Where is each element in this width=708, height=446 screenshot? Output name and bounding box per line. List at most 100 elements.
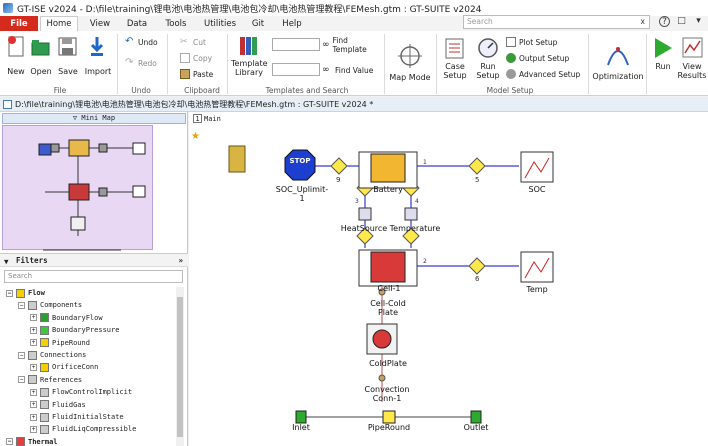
- minimap[interactable]: [2, 125, 153, 251]
- open-button[interactable]: Open: [28, 67, 54, 76]
- minimap-header[interactable]: ▽ Mini Map: [2, 113, 186, 124]
- new-button[interactable]: New: [4, 67, 28, 76]
- tree-item[interactable]: − Flow: [6, 287, 45, 299]
- pipe-round-label[interactable]: PipeRound: [365, 423, 413, 432]
- redo-button[interactable]: ↷ Redo: [125, 58, 157, 68]
- tree-scrollbar[interactable]: [176, 287, 184, 446]
- redo-label: Redo: [138, 58, 157, 68]
- funnel-icon: ▼: [4, 257, 9, 266]
- expand-toggle-icon[interactable]: +: [30, 425, 37, 433]
- temperature-label[interactable]: Temperature: [387, 224, 443, 233]
- tab-view[interactable]: View: [82, 16, 118, 31]
- template-library-button[interactable]: Template Library: [231, 59, 268, 77]
- tab-utilities[interactable]: Utilities: [200, 16, 240, 31]
- tree-item[interactable]: + FluidGas: [30, 399, 86, 411]
- tree-item[interactable]: − Thermal: [6, 436, 58, 446]
- temp-plot-label[interactable]: Temp: [517, 285, 557, 294]
- optimization-button[interactable]: Optimization: [592, 72, 644, 81]
- battery-label[interactable]: Battery: [359, 185, 417, 194]
- import-button[interactable]: Import: [84, 67, 112, 76]
- expand-toggle-icon[interactable]: −: [18, 351, 25, 359]
- tree-item-icon: [28, 375, 37, 385]
- output-setup-button[interactable]: Output Setup: [506, 53, 569, 63]
- tree-item-label: Flow: [28, 289, 45, 297]
- convection-conn-label[interactable]: Convection Conn-1: [355, 385, 419, 403]
- run-button[interactable]: Run: [651, 62, 675, 71]
- filter-search-input[interactable]: Search: [4, 270, 183, 283]
- search-clear-button[interactable]: x: [641, 16, 645, 28]
- soc-uplimit-label[interactable]: SOC_Uplimit- 1: [267, 185, 337, 203]
- soc-plot-label[interactable]: SOC: [517, 185, 557, 194]
- ribbon: New Open Save Import File ↶ Undo ↷ Redo …: [0, 31, 708, 96]
- tree-item[interactable]: + OrificeConn: [30, 361, 98, 373]
- tree-item[interactable]: − References: [18, 374, 82, 386]
- plot-setup-button[interactable]: Plot Setup: [506, 37, 557, 47]
- undo-button[interactable]: ↶ Undo: [125, 37, 158, 47]
- expand-toggle-icon[interactable]: +: [30, 401, 37, 409]
- copy-button[interactable]: Copy: [180, 53, 212, 63]
- stop-label[interactable]: STOP: [271, 157, 329, 166]
- collapse-icon[interactable]: »: [178, 254, 183, 267]
- find-value-button[interactable]: ∞ Find Value: [322, 65, 373, 75]
- find-template-input[interactable]: [272, 38, 320, 51]
- paste-button[interactable]: Paste: [180, 69, 213, 79]
- advanced-setup-button[interactable]: Advanced Setup: [506, 69, 580, 79]
- tree-item[interactable]: + BoundaryPressure: [30, 324, 119, 336]
- model-canvas[interactable]: 1 Main ★ STOP SOC_Uplimit- 1 Battery SOC…: [189, 112, 708, 446]
- help-icon[interactable]: ?: [659, 16, 670, 27]
- tree-item[interactable]: + FluidInitialState: [30, 411, 124, 423]
- run-setup-button[interactable]: Run Setup: [472, 62, 504, 80]
- expand-toggle-icon[interactable]: −: [18, 376, 25, 384]
- save-button[interactable]: Save: [55, 67, 81, 76]
- cut-button[interactable]: ✂ Cut: [180, 37, 206, 47]
- map-mode-button[interactable]: Map Mode: [388, 73, 432, 82]
- document-icon: [3, 99, 12, 109]
- tab-home[interactable]: Home: [40, 16, 78, 31]
- case-setup-button[interactable]: Case Setup: [440, 62, 470, 80]
- tree-item[interactable]: + FluidLiqCompressible: [30, 423, 136, 435]
- view-results-button[interactable]: View Results: [676, 62, 708, 80]
- tab-help[interactable]: Help: [278, 16, 306, 31]
- expand-toggle-icon[interactable]: −: [18, 301, 25, 309]
- heat-source-label[interactable]: HeatSource: [339, 224, 389, 233]
- minimap-title: Mini Map: [81, 114, 116, 122]
- tab-tools[interactable]: Tools: [158, 16, 194, 31]
- undo-label: Undo: [138, 37, 158, 47]
- tree-item-icon: [40, 325, 49, 335]
- tree-item[interactable]: + BoundaryFlow: [30, 312, 103, 324]
- tree-item[interactable]: + FlowControlImplicit: [30, 386, 132, 398]
- tab-data[interactable]: Data: [120, 16, 154, 31]
- port-number: 3: [355, 198, 359, 205]
- tab-git[interactable]: Git: [246, 16, 270, 31]
- expand-toggle-icon[interactable]: +: [30, 314, 37, 322]
- expand-toggle-icon[interactable]: +: [30, 413, 37, 421]
- tree-item[interactable]: − Connections: [18, 349, 86, 361]
- clipboard-icon: [180, 69, 190, 79]
- expand-toggle-icon[interactable]: +: [30, 363, 37, 371]
- cell-cold-plate-label[interactable]: Cell-Cold Plate: [359, 299, 417, 317]
- tree-item[interactable]: − Components: [18, 299, 82, 311]
- document-icon[interactable]: □: [676, 16, 687, 27]
- chevron-down-icon[interactable]: ▾: [693, 16, 704, 27]
- outlet-label[interactable]: Outlet: [459, 423, 493, 432]
- filters-header[interactable]: ▼ Filters »: [0, 253, 188, 267]
- expand-toggle-icon[interactable]: −: [6, 438, 13, 446]
- document-path-bar: D:\file\training\锂电池\电池热管理\电池包冷却\电池热管理教程…: [0, 97, 708, 112]
- find-value-input[interactable]: [272, 63, 320, 76]
- ribbon-separator: [117, 34, 118, 94]
- cold-plate-label[interactable]: ColdPlate: [359, 359, 417, 368]
- expand-toggle-icon[interactable]: +: [30, 326, 37, 334]
- expand-toggle-icon[interactable]: +: [30, 339, 37, 347]
- tab-file[interactable]: File: [0, 16, 38, 31]
- expand-toggle-icon[interactable]: +: [30, 388, 37, 396]
- inlet-label[interactable]: Inlet: [285, 423, 317, 432]
- cell-label[interactable]: Cell-1: [369, 284, 409, 293]
- tree-item-icon: [40, 362, 49, 372]
- search-input[interactable]: Search x: [463, 15, 650, 29]
- expand-toggle-icon[interactable]: −: [6, 289, 13, 297]
- scrollbar-thumb[interactable]: [177, 297, 183, 437]
- paste-label: Paste: [193, 69, 214, 79]
- model-diagram: [228, 145, 554, 424]
- tree-item[interactable]: + PipeRound: [30, 337, 90, 349]
- find-template-button[interactable]: ∞ Find Template: [322, 36, 370, 54]
